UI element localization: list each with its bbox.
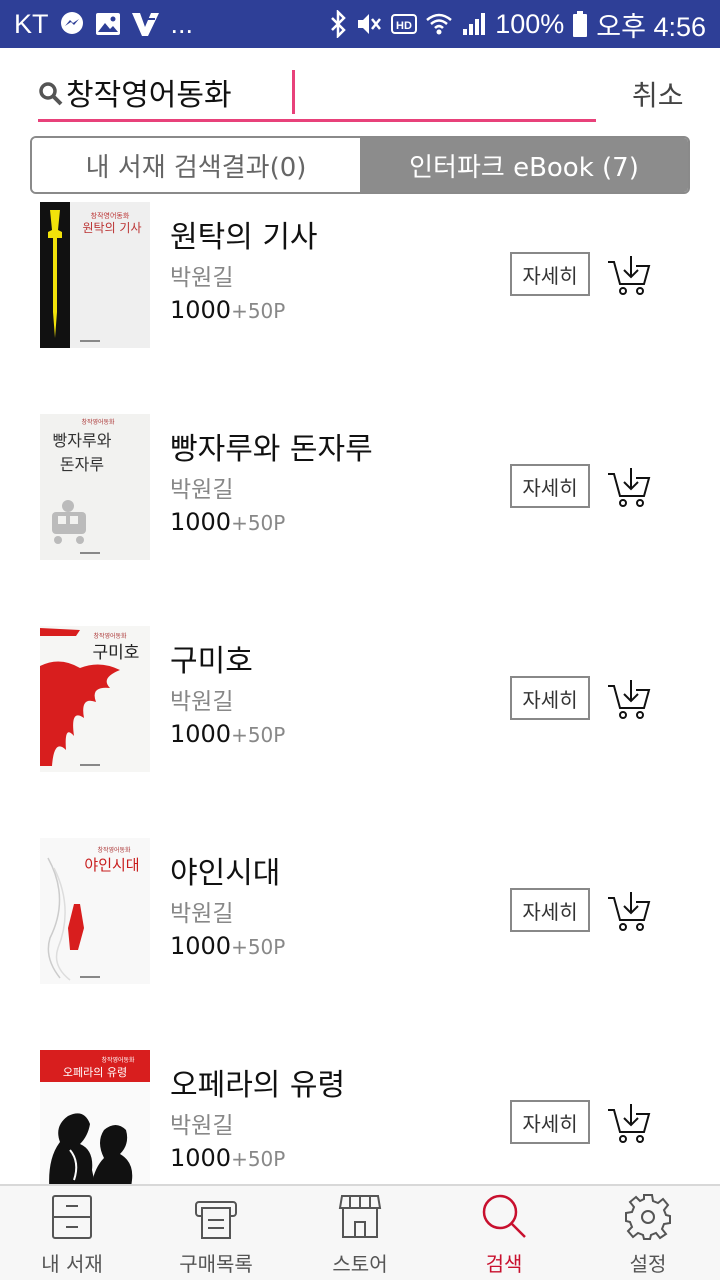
cart-download-icon[interactable] [606, 254, 652, 296]
nav-label: 스토어 [332, 1252, 388, 1276]
cover-series-text: 창작영어동화 [97, 846, 131, 854]
book-cover[interactable]: 창작영어동화 구미호 [40, 626, 150, 772]
cart-download-icon[interactable] [606, 678, 652, 720]
price-value: 1000 [170, 932, 232, 960]
nav-purchase-list[interactable]: 구매목록 [144, 1186, 288, 1280]
result-tabs: 내 서재 검색결과(0) 인터파크 eBook (7) [30, 136, 690, 194]
battery-percent: 100% [495, 8, 565, 39]
search-input[interactable] [64, 74, 564, 109]
price-value: 1000 [170, 1144, 232, 1172]
book-title[interactable]: 빵자루와 돈자루 [170, 424, 373, 468]
list-item[interactable]: 창작영어동화 구미호 구미호 박원길 1000+50P 자세히 [0, 620, 720, 832]
book-price: 1000+50P [170, 1144, 285, 1172]
cover-series-text: 창작영어동화 [91, 211, 130, 220]
cart-download-icon[interactable] [606, 1102, 652, 1144]
price-value: 1000 [170, 720, 232, 748]
nav-my-library[interactable]: 내 서재 [0, 1186, 144, 1280]
detail-button[interactable]: 자세히 [510, 1100, 590, 1144]
status-bar: KT ... HD 100% 오후 4:56 [0, 0, 720, 48]
gear-icon [624, 1192, 672, 1240]
clock: 오후 4:56 [596, 11, 706, 42]
cover-title-text: 원탁의 기사 [82, 221, 141, 235]
search-bar: 취소 [0, 48, 720, 128]
price-points: +50P [231, 1147, 286, 1171]
list-item[interactable]: 창작영어동화 원탁의 기사 원탁의 기사 박원길 1000+50P 자세히 [0, 196, 720, 408]
cover-series-text: 창작영어동화 [101, 1056, 135, 1064]
nav-label: 내 서재 [41, 1252, 103, 1276]
store-icon [336, 1192, 384, 1240]
book-price: 1000+50P [170, 296, 285, 324]
book-cover[interactable]: 창작영어동화 빵자루와 돈자루 [40, 414, 150, 560]
app-v-icon [131, 11, 161, 37]
nav-settings[interactable]: 설정 [576, 1186, 720, 1280]
cart-download-icon[interactable] [606, 466, 652, 508]
cover-title-text: 구미호 [93, 643, 140, 663]
book-title[interactable]: 오페라의 유령 [170, 1060, 345, 1104]
nav-store[interactable]: 스토어 [288, 1186, 432, 1280]
messenger-icon [59, 11, 85, 37]
detail-button[interactable]: 자세히 [510, 888, 590, 932]
book-title[interactable]: 원탁의 기사 [170, 212, 318, 256]
gallery-icon [95, 12, 121, 36]
book-author: 박원길 [170, 1113, 234, 1139]
bottom-navigation: 내 서재 구매목록 스토어 검색 설정 [0, 1184, 720, 1280]
book-author: 박원길 [170, 689, 234, 715]
price-points: +50P [231, 935, 286, 959]
book-title[interactable]: 구미호 [170, 636, 253, 680]
nav-label: 검색 [485, 1252, 523, 1276]
carrier-label: KT [14, 8, 49, 39]
detail-button[interactable]: 자세히 [510, 252, 590, 296]
book-title[interactable]: 야인시대 [170, 848, 280, 892]
book-cover[interactable]: 창작영어동화 오페라의 유령 [40, 1050, 150, 1184]
detail-button[interactable]: 자세히 [510, 464, 590, 508]
book-author: 박원길 [170, 901, 234, 927]
tab-interpark-ebook[interactable]: 인터파크 eBook (7) [360, 138, 688, 192]
magnifier-icon [38, 81, 64, 107]
price-points: +50P [231, 511, 286, 535]
nav-label: 구매목록 [179, 1252, 253, 1276]
detail-button[interactable]: 자세히 [510, 676, 590, 720]
svg-text:HD: HD [396, 20, 412, 32]
cover-title-line1: 빵자루와 [53, 431, 112, 450]
purchase-list-icon [192, 1192, 240, 1240]
more-notifications: ... [170, 8, 194, 39]
book-cover[interactable]: 창작영어동화 원탁의 기사 [40, 202, 150, 348]
book-price: 1000+50P [170, 720, 285, 748]
nav-search[interactable]: 검색 [432, 1186, 576, 1280]
cover-title-line2: 돈자루 [60, 455, 104, 474]
cart-download-icon[interactable] [606, 890, 652, 932]
list-item[interactable]: 창작영어동화 빵자루와 돈자루 빵자루와 돈자루 박원길 1000+50P 자세… [0, 408, 720, 620]
tab-my-library-results[interactable]: 내 서재 검색결과(0) [32, 138, 360, 192]
search-field[interactable] [38, 64, 596, 122]
cover-title-text: 오페라의 유령 [63, 1066, 127, 1079]
list-item[interactable]: 창작영어동화 야인시대 야인시대 박원길 1000+50P 자세히 [0, 832, 720, 1044]
bluetooth-icon [329, 10, 347, 38]
price-points: +50P [231, 723, 286, 747]
book-price: 1000+50P [170, 932, 285, 960]
list-item[interactable]: 창작영어동화 오페라의 유령 오페라의 유령 박원길 1000+50P 자세히 [0, 1044, 720, 1184]
hd-icon: HD [391, 13, 418, 35]
price-value: 1000 [170, 508, 232, 536]
price-value: 1000 [170, 296, 232, 324]
cover-series-text: 창작영어동화 [81, 418, 115, 426]
battery-icon [572, 10, 588, 38]
signal-icon [461, 11, 487, 37]
search-icon [480, 1192, 528, 1240]
wifi-icon [425, 11, 453, 37]
mute-icon [355, 11, 383, 37]
cover-title-text: 야인시대 [84, 856, 139, 874]
nav-label: 설정 [629, 1252, 667, 1276]
book-list[interactable]: 창작영어동화 원탁의 기사 원탁의 기사 박원길 1000+50P 자세히 창작… [0, 196, 720, 1184]
book-cover[interactable]: 창작영어동화 야인시대 [40, 838, 150, 984]
cover-series-text: 창작영어동화 [93, 632, 127, 640]
price-points: +50P [231, 299, 286, 323]
cancel-button[interactable]: 취소 [632, 74, 684, 114]
book-author: 박원길 [170, 265, 234, 291]
bookshelf-icon [48, 1192, 96, 1240]
text-cursor [292, 70, 295, 114]
book-price: 1000+50P [170, 508, 285, 536]
book-author: 박원길 [170, 477, 234, 503]
